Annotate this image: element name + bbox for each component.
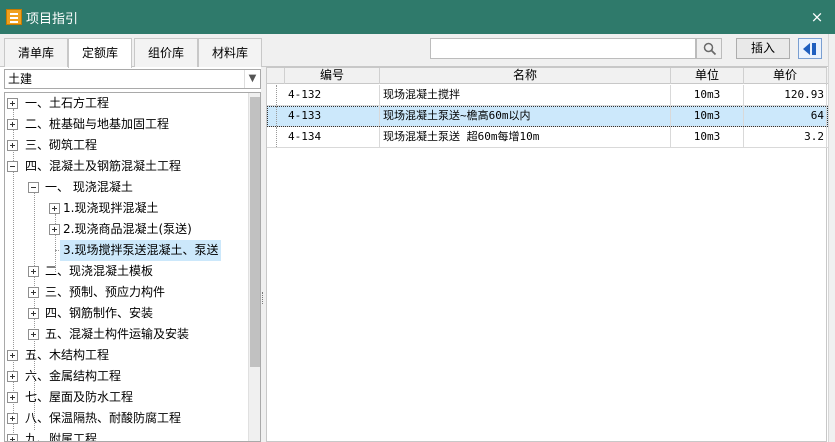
table-row[interactable]: 4-132 现场混凝土搅拌 10m3 120.93 — [267, 85, 828, 106]
collapse-icon[interactable] — [28, 182, 39, 193]
search-icon — [703, 42, 717, 56]
table-header: 编号 名称 单位 单价 — [267, 68, 828, 84]
column-header-code[interactable]: 编号 — [285, 68, 380, 84]
category-select-value: 土建 — [8, 72, 33, 86]
quota-table: 编号 名称 单位 单价 4-132 现场混凝土搅拌 10m3 120.93 4-… — [266, 67, 828, 442]
cell-price: 120.93 — [744, 85, 827, 105]
expand-icon[interactable] — [49, 224, 60, 235]
expand-icon[interactable] — [28, 266, 39, 277]
tree-scrollbar-thumb[interactable] — [250, 97, 260, 367]
table-row-selected[interactable]: 4-133 现场混凝土泵送~檐高60m以内 10m3 64 — [267, 106, 828, 127]
cell-code: 4-132 — [285, 85, 380, 105]
cell-price: 64 — [744, 106, 827, 126]
search-input[interactable] — [430, 38, 696, 59]
splitter-grip-icon — [262, 292, 264, 304]
close-button[interactable]: × — [799, 0, 835, 34]
expand-icon[interactable] — [7, 434, 18, 441]
close-icon: × — [810, 8, 824, 26]
title-bar: 项目指引 × — [0, 0, 835, 34]
search-button[interactable] — [696, 38, 722, 59]
expand-icon[interactable] — [28, 287, 39, 298]
cell-unit: 10m3 — [671, 85, 744, 105]
app-icon — [6, 9, 22, 25]
expand-icon[interactable] — [7, 413, 18, 424]
expand-icon[interactable] — [7, 371, 18, 382]
cell-unit: 10m3 — [671, 106, 744, 126]
tab-bill-library[interactable]: 清单库 — [4, 38, 68, 67]
column-header-unit[interactable]: 单位 — [671, 68, 744, 84]
table-row[interactable]: 4-134 现场混凝土泵送 超60m每增10m 10m3 3.2 — [267, 127, 828, 148]
cell-name: 现场混凝土搅拌 — [380, 85, 671, 105]
collapse-panel-icon — [803, 43, 816, 55]
tab-pricing-library[interactable]: 组价库 — [134, 38, 198, 67]
category-select[interactable]: 土建 ▼ — [4, 69, 261, 89]
tab-quota-library[interactable]: 定额库 — [68, 38, 132, 68]
expand-icon[interactable] — [28, 308, 39, 319]
expand-icon[interactable] — [28, 329, 39, 340]
collapse-panel-button[interactable] — [798, 38, 822, 59]
tree-scrollbar[interactable] — [248, 93, 260, 441]
cell-price: 3.2 — [744, 127, 827, 147]
window-edge — [828, 34, 835, 442]
expand-icon[interactable] — [7, 392, 18, 403]
collapse-icon[interactable] — [7, 161, 18, 172]
cell-code: 4-134 — [285, 127, 380, 147]
expand-icon[interactable] — [7, 98, 18, 109]
expand-icon[interactable] — [49, 203, 60, 214]
dropdown-arrow-icon: ▼ — [244, 70, 260, 88]
cell-name: 现场混凝土泵送~檐高60m以内 — [380, 106, 671, 126]
expand-icon[interactable] — [7, 350, 18, 361]
cell-unit: 10m3 — [671, 127, 744, 147]
expand-icon[interactable] — [7, 140, 18, 151]
cell-code: 4-133 — [285, 106, 380, 126]
tab-material-library[interactable]: 材料库 — [198, 38, 262, 67]
expand-icon[interactable] — [7, 119, 18, 130]
insert-button[interactable]: 插入 — [736, 38, 790, 59]
column-header-price[interactable]: 单价 — [744, 68, 827, 84]
cell-name: 现场混凝土泵送 超60m每增10m — [380, 127, 671, 147]
quota-tree[interactable]: 一、土石方工程 二、桩基础与地基加固工程 三、砌筑工程 四、混凝土及钢筋混凝土工… — [4, 92, 261, 442]
column-header-name[interactable]: 名称 — [380, 68, 671, 84]
window-title: 项目指引 — [26, 12, 79, 27]
